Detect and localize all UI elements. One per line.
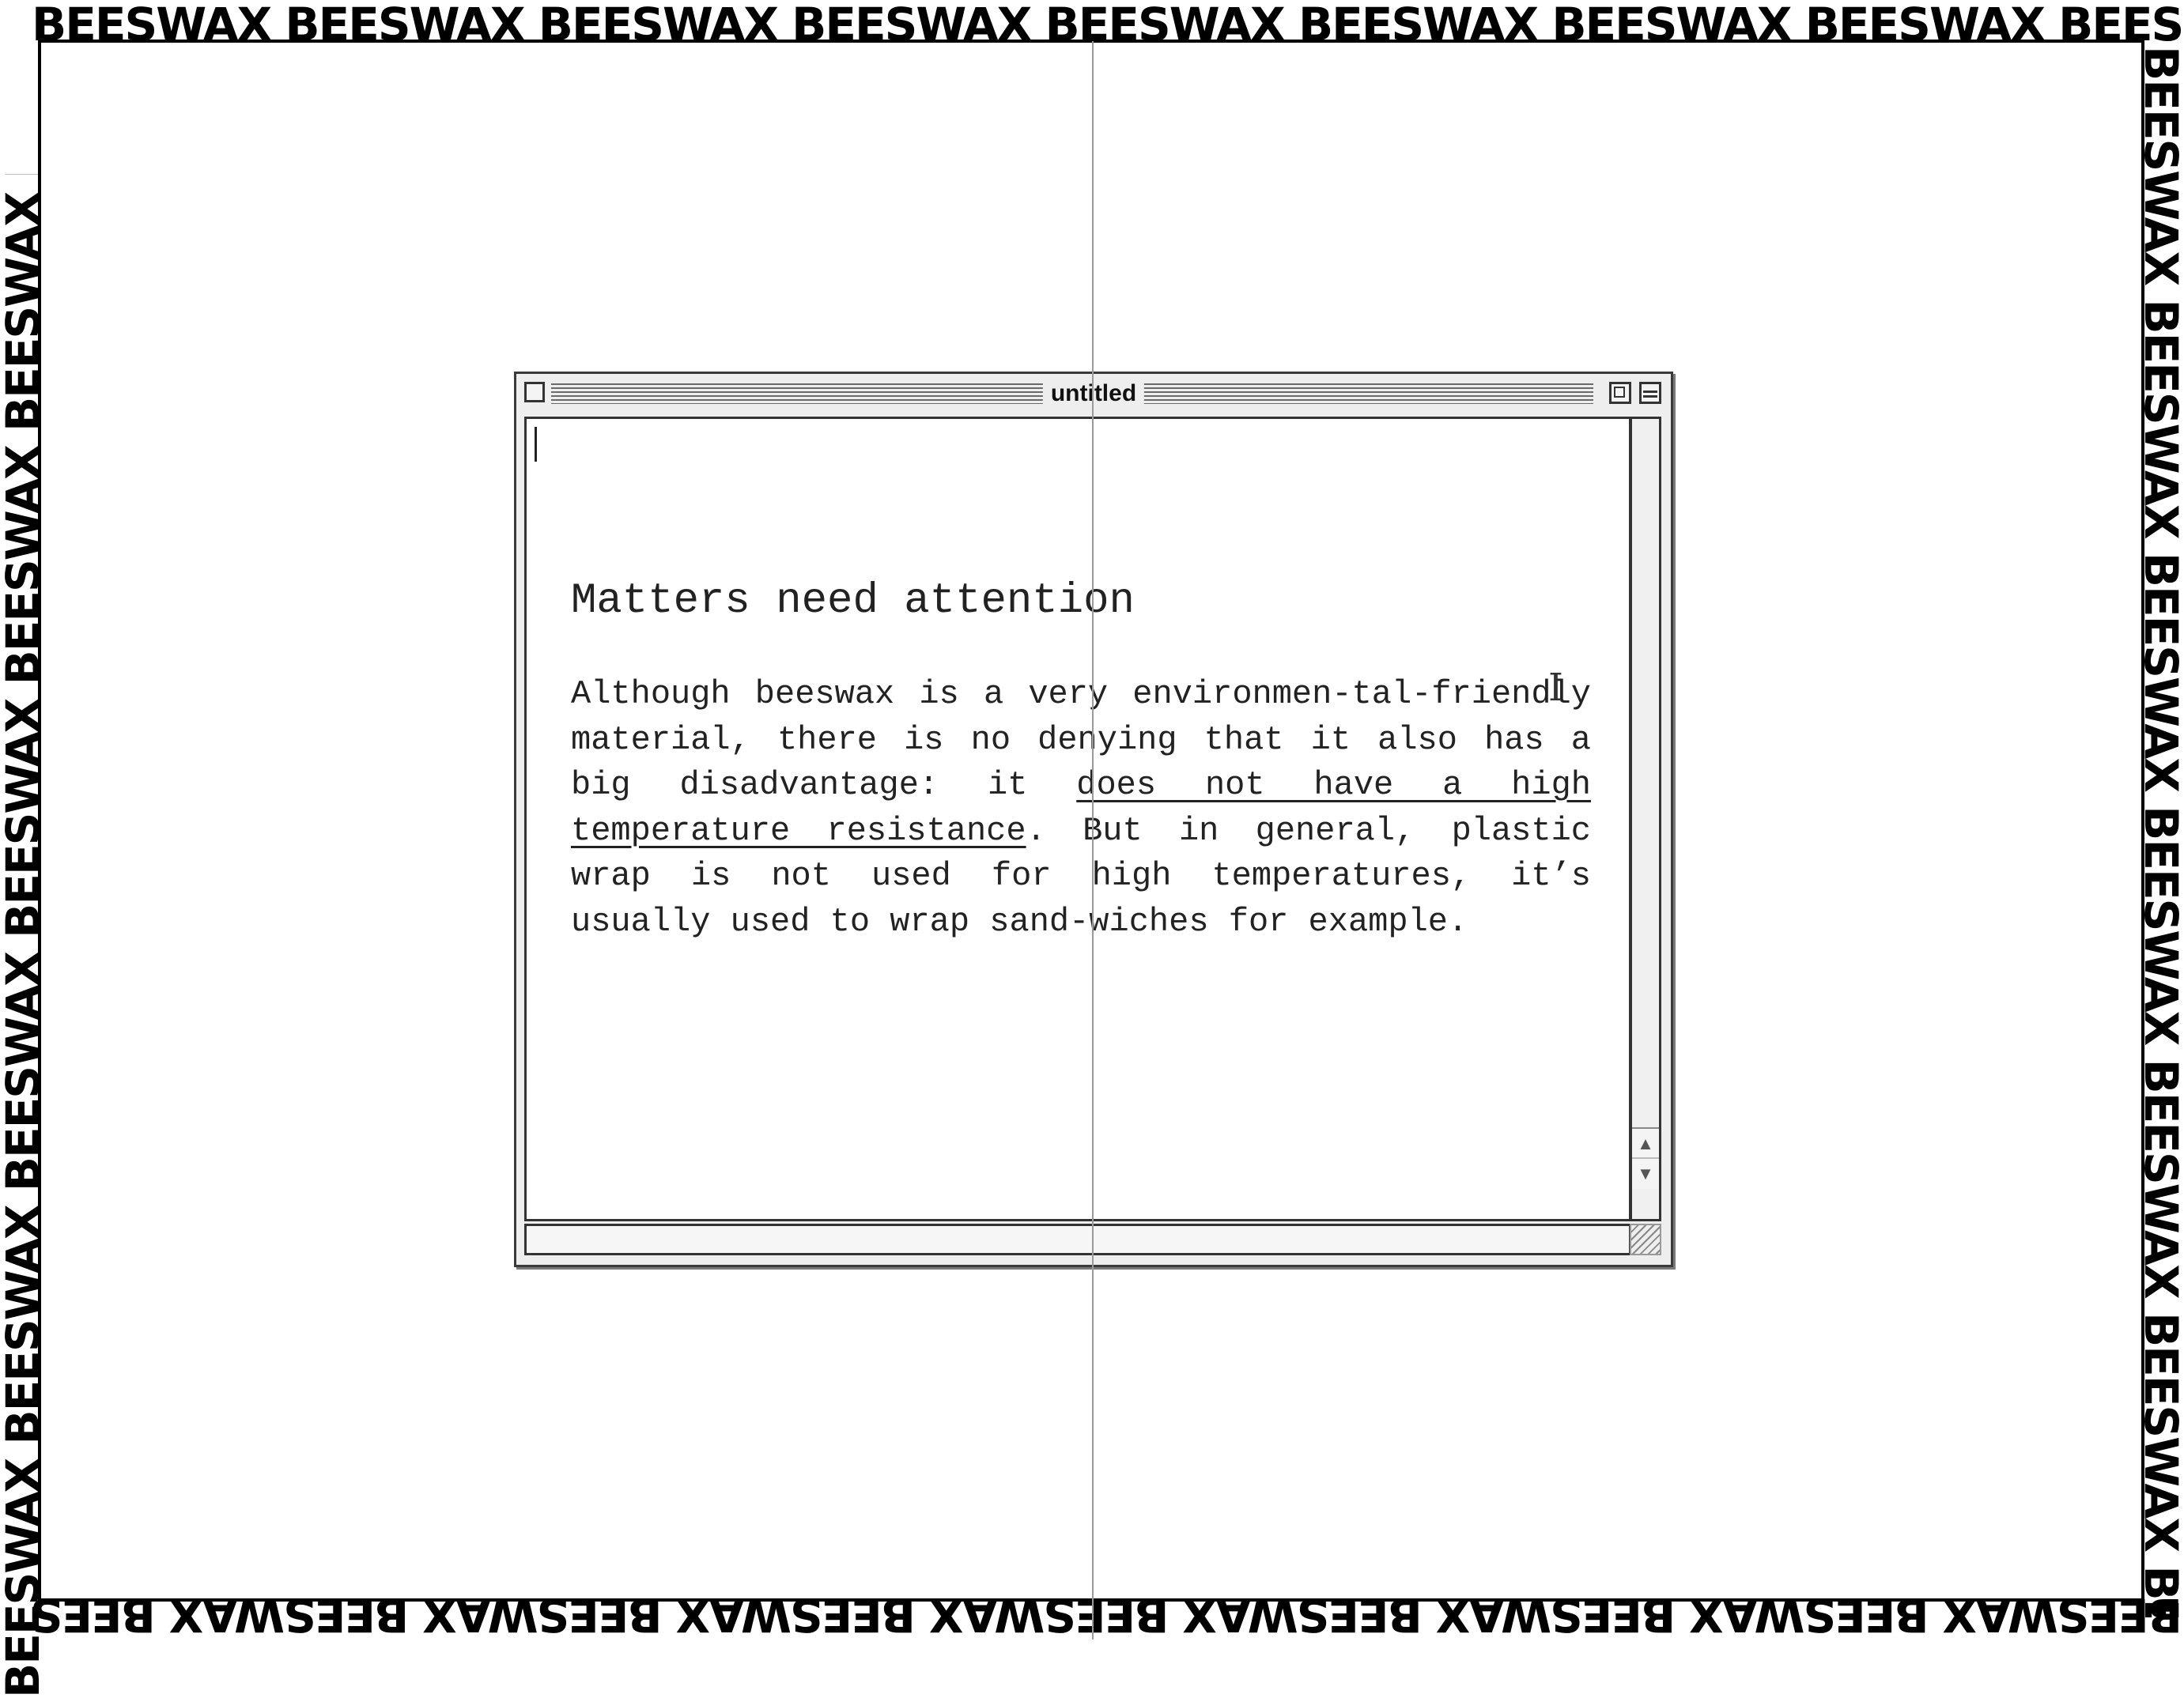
border-text-left: BEESWAX BEESWAX BEESWAX BEESWAX BEESWAX … xyxy=(0,174,41,1698)
scroll-down-arrow-icon[interactable]: ▼ xyxy=(1632,1157,1659,1189)
document-heading: Matters need attention xyxy=(571,577,1135,625)
text-editing-area[interactable]: Matters need attention Although beeswax … xyxy=(524,417,1631,1221)
collapse-box-button[interactable] xyxy=(1639,382,1661,404)
border-text-top: BEESWAX BEESWAX BEESWAX BEESWAX BEESWAX … xyxy=(32,2,2182,43)
horizontal-scrollbar[interactable] xyxy=(524,1224,1631,1255)
title-bar[interactable]: untitled xyxy=(516,374,1671,413)
insertion-caret xyxy=(535,427,537,462)
close-box-button[interactable] xyxy=(524,382,545,402)
vertical-guide-line xyxy=(1092,41,1094,1640)
border-text-right: BEESWAX BEESWAX BEESWAX BEESWAX BEESWAX … xyxy=(2143,46,2184,1617)
document-body: Although beeswax is a very environmen-ta… xyxy=(571,672,1591,945)
scroll-up-arrow-icon[interactable]: ▲ xyxy=(1632,1127,1659,1159)
text-ibeam-icon: I xyxy=(1548,666,1563,710)
vertical-scrollbar[interactable]: ▲ ▼ xyxy=(1630,417,1661,1221)
border-text-bottom: BEESWAX BEESWAX BEESWAX BEESWAX BEESWAX … xyxy=(32,1595,2182,1638)
document-window[interactable]: untitled Matters need attention Although… xyxy=(514,372,1673,1267)
zoom-box-button[interactable] xyxy=(1609,382,1631,404)
resize-grip-icon[interactable] xyxy=(1630,1224,1661,1255)
window-title: untitled xyxy=(1042,380,1145,407)
